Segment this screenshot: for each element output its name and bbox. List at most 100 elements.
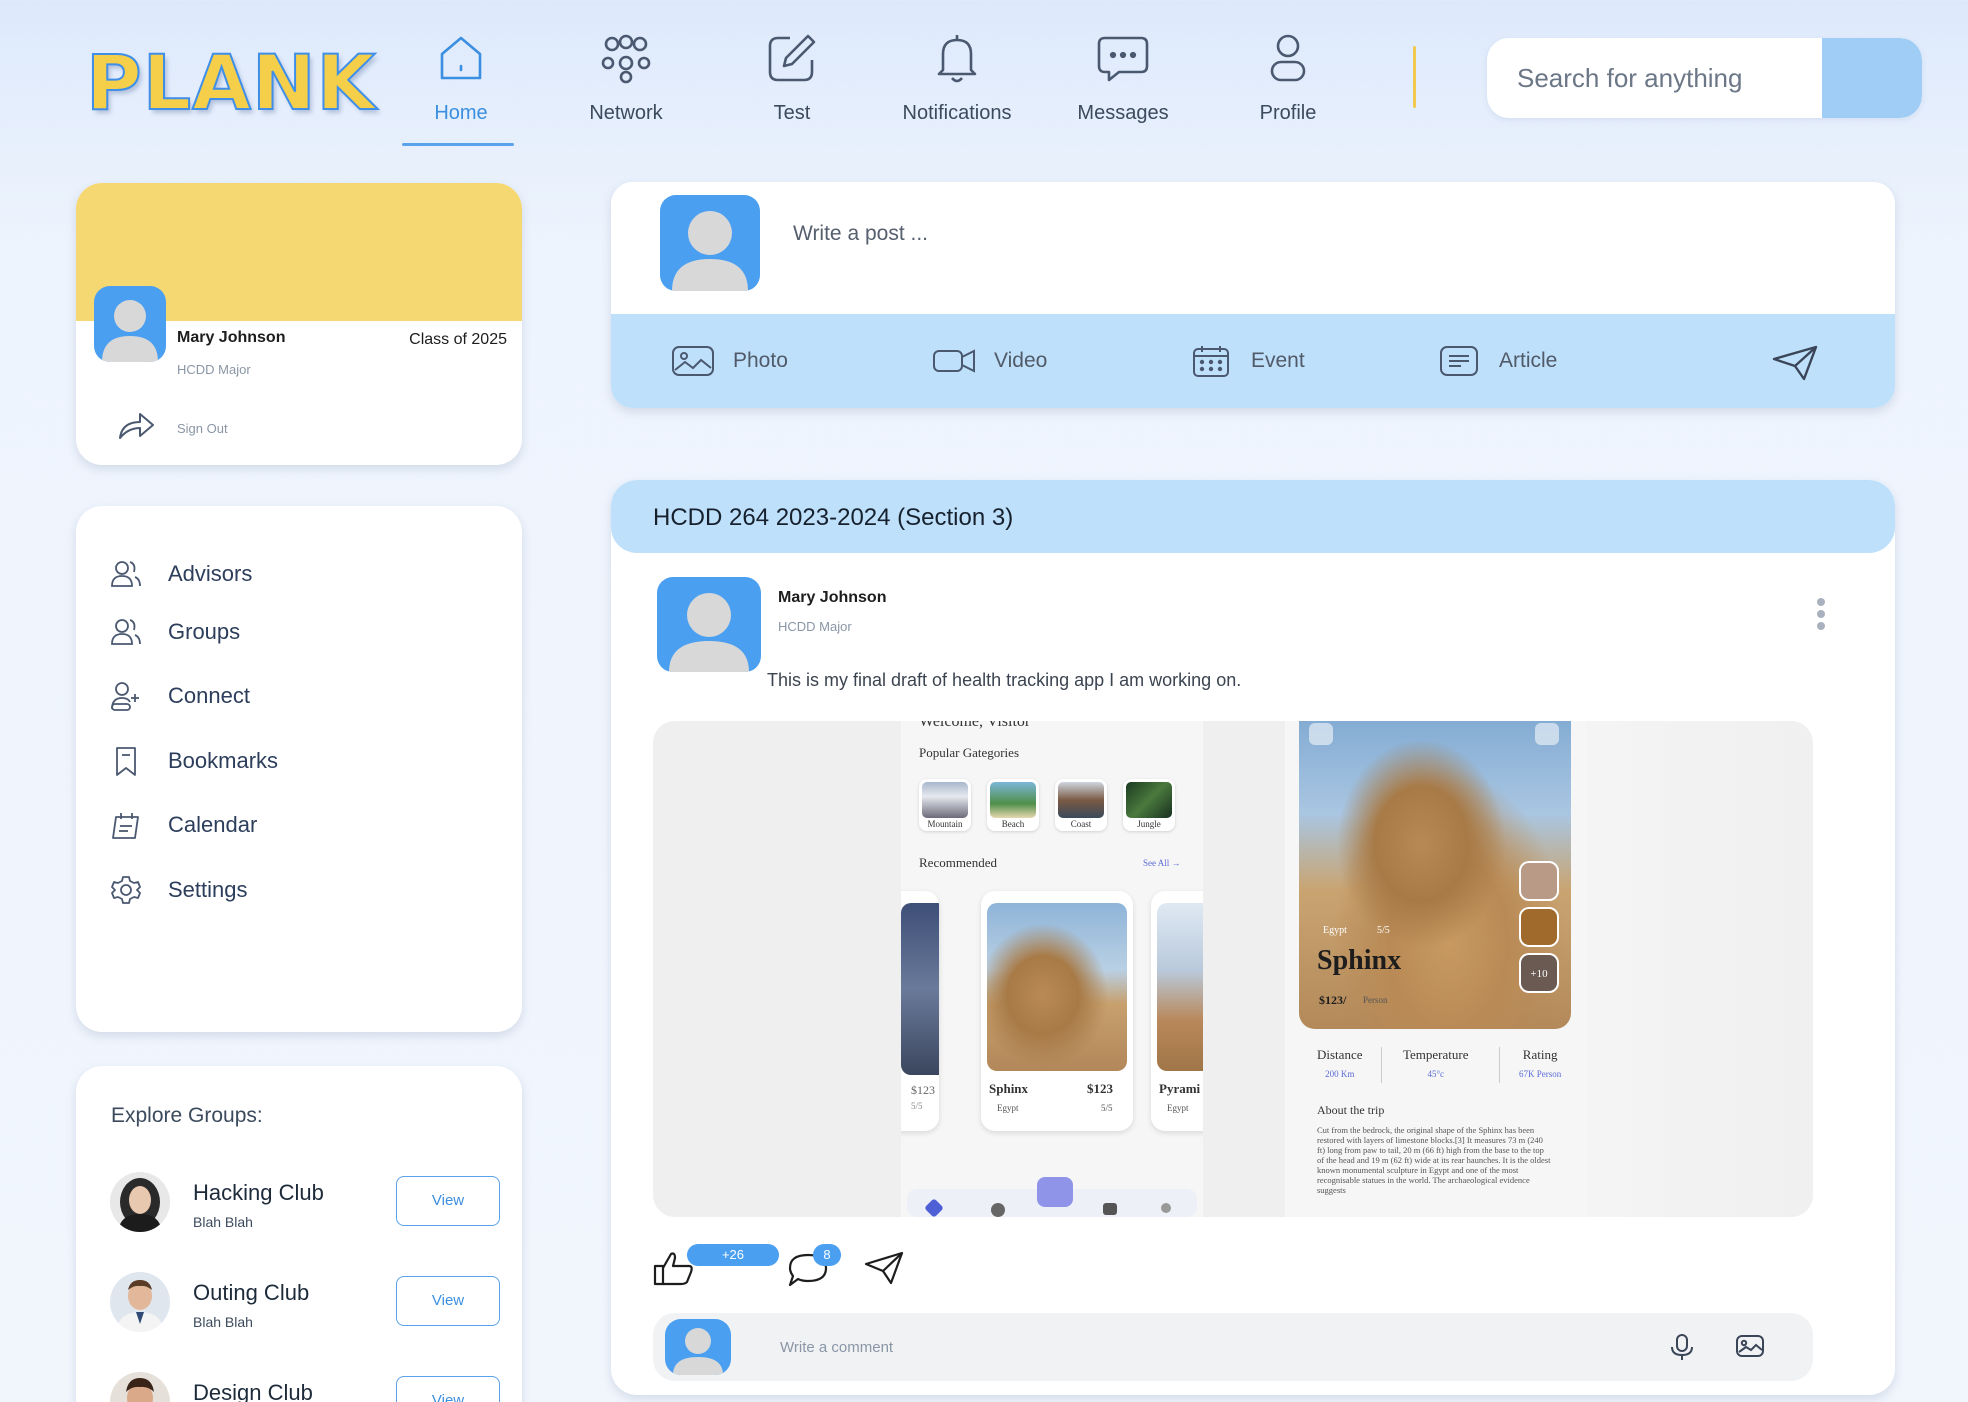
comment-count-badge: 8 bbox=[813, 1244, 841, 1266]
sign-out-link[interactable]: Sign Out bbox=[177, 421, 228, 436]
sidebar-item-groups[interactable]: Groups bbox=[110, 616, 240, 648]
comment-bar bbox=[653, 1313, 1813, 1381]
sidebar-item-label: Connect bbox=[168, 683, 250, 708]
explore-groups-card: Explore Groups: Hacking Club Blah Blah V… bbox=[76, 1066, 522, 1402]
mock-detail-screen: +10 Egypt 5/5 Sphinx $123/ Person Distan… bbox=[1285, 721, 1587, 1217]
post-image[interactable]: Welcome, Visitor Popular Gategories Moun… bbox=[653, 721, 1813, 1217]
bell-icon bbox=[937, 35, 977, 83]
microphone-icon[interactable] bbox=[1669, 1333, 1695, 1361]
comment-input[interactable] bbox=[780, 1327, 1580, 1367]
comment-avatar bbox=[665, 1319, 731, 1375]
calendar-icon bbox=[1193, 346, 1229, 377]
mock-recommended-title: Recommended bbox=[919, 855, 997, 870]
profile-major: HCDD Major bbox=[177, 362, 251, 377]
user-plus-icon bbox=[111, 682, 139, 711]
mock-blank-panel bbox=[1587, 721, 1813, 1217]
post-group-header: HCDD 264 2023-2024 (Section 3) bbox=[611, 480, 1895, 553]
profile-avatar[interactable] bbox=[94, 286, 166, 362]
share-arrow-icon[interactable] bbox=[116, 408, 156, 442]
group-row: Outing Club Blah Blah View bbox=[110, 1272, 500, 1342]
sidebar-item-label: Calendar bbox=[168, 812, 258, 837]
share-icon[interactable] bbox=[863, 1250, 905, 1286]
group-row: Design Club View bbox=[110, 1372, 500, 1402]
nav-messages[interactable]: Messages bbox=[1048, 30, 1198, 125]
avatar-placeholder-icon bbox=[672, 211, 748, 291]
send-icon[interactable] bbox=[1771, 344, 1819, 382]
mock-about-title: About the trip bbox=[1317, 1103, 1385, 1117]
composer-actions-bar: Photo Video Event Article bbox=[611, 314, 1895, 408]
sidebar-item-calendar[interactable]: Calendar bbox=[110, 809, 257, 841]
nav-divider bbox=[1413, 46, 1416, 108]
sidebar-item-advisors[interactable]: Advisors bbox=[110, 558, 252, 590]
search-input[interactable] bbox=[1487, 38, 1822, 118]
nav-messages-label: Messages bbox=[1077, 102, 1169, 124]
event-label: Event bbox=[1251, 349, 1305, 372]
group-name: Outing Club bbox=[193, 1280, 310, 1305]
mock-card: $123 5/5 bbox=[901, 891, 939, 1131]
avatar-placeholder-icon bbox=[102, 300, 158, 362]
post-author-name[interactable]: Mary Johnson bbox=[778, 589, 886, 607]
article-button[interactable]: Article bbox=[1437, 344, 1557, 378]
reaction-count-badge: +26 bbox=[687, 1244, 779, 1266]
mock-category: Beach bbox=[987, 779, 1039, 831]
explore-groups-title: Explore Groups: bbox=[111, 1104, 263, 1127]
bookmark-icon bbox=[116, 747, 136, 776]
image-icon[interactable] bbox=[1735, 1333, 1765, 1359]
profile-card: Mary Johnson Class of 2025 HCDD Major Si… bbox=[76, 183, 522, 465]
sidebar-menu: Advisors Groups Connect Bookmarks Calend… bbox=[76, 506, 522, 1032]
mock-category: Jungle bbox=[1123, 779, 1175, 831]
avatar-placeholder-icon bbox=[669, 593, 749, 672]
nav-network[interactable]: Network bbox=[551, 30, 701, 125]
group-avatar[interactable] bbox=[110, 1372, 170, 1402]
view-group-button[interactable]: View bbox=[396, 1376, 500, 1402]
article-label: Article bbox=[1499, 349, 1558, 372]
view-group-button[interactable]: View bbox=[396, 1276, 500, 1326]
mock-see-all: See All → bbox=[1143, 858, 1181, 868]
composer-top bbox=[611, 182, 1895, 314]
search-button[interactable] bbox=[1822, 38, 1922, 118]
video-label: Video bbox=[994, 349, 1048, 372]
mock-bottom-nav bbox=[907, 1177, 1197, 1217]
sidebar-item-bookmarks[interactable]: Bookmarks bbox=[110, 745, 278, 777]
video-button[interactable]: Video bbox=[932, 344, 1047, 378]
event-button[interactable]: Event bbox=[1189, 344, 1305, 378]
sidebar-item-label: Settings bbox=[168, 877, 248, 902]
sidebar-item-label: Bookmarks bbox=[168, 748, 279, 773]
post-text: This is my final draft of health trackin… bbox=[767, 670, 1242, 690]
users-icon bbox=[111, 561, 141, 587]
sidebar-item-settings[interactable]: Settings bbox=[110, 874, 248, 906]
post-input[interactable]: Write a post ... bbox=[793, 222, 928, 246]
photo-label: Photo bbox=[733, 349, 788, 372]
nav-home[interactable]: Home bbox=[386, 30, 536, 125]
group-avatar[interactable] bbox=[110, 1272, 170, 1332]
photo-button[interactable]: Photo bbox=[671, 344, 788, 378]
search-bar bbox=[1487, 38, 1922, 118]
post-author-avatar[interactable] bbox=[657, 577, 761, 672]
mock-stat: Temperature 45°c bbox=[1403, 1047, 1469, 1079]
calendar-icon bbox=[112, 813, 139, 839]
nav-test[interactable]: Test bbox=[717, 30, 867, 125]
nav-active-indicator bbox=[402, 143, 514, 146]
more-options-icon[interactable] bbox=[1815, 598, 1827, 632]
mock-about-text: Cut from the bedrock, the original shape… bbox=[1317, 1125, 1551, 1195]
view-group-button[interactable]: View bbox=[396, 1176, 500, 1226]
group-row: Hacking Club Blah Blah View bbox=[110, 1172, 500, 1242]
sidebar-item-connect[interactable]: Connect bbox=[110, 680, 250, 712]
post-group-title[interactable]: HCDD 264 2023-2024 (Section 3) bbox=[653, 504, 1013, 532]
nav-notifications[interactable]: Notifications bbox=[882, 30, 1032, 125]
group-subtitle: Blah Blah bbox=[193, 1214, 253, 1230]
nav-notifications-label: Notifications bbox=[902, 102, 1012, 124]
mock-stat: Rating 67K Person bbox=[1519, 1047, 1562, 1079]
post-card: HCDD 264 2023-2024 (Section 3) Mary John… bbox=[611, 480, 1895, 1395]
mock-stat: Distance 200 Km bbox=[1317, 1047, 1363, 1079]
mock-card: Pyrami Egypt bbox=[1151, 891, 1203, 1131]
group-name: Design Club bbox=[193, 1380, 313, 1402]
nav-network-label: Network bbox=[589, 102, 663, 124]
group-subtitle: Blah Blah bbox=[193, 1314, 253, 1330]
plank-logo[interactable]: PLANK bbox=[85, 37, 376, 128]
nav-profile[interactable]: Profile bbox=[1213, 30, 1363, 125]
group-avatar[interactable] bbox=[110, 1172, 170, 1232]
users-icon bbox=[111, 619, 141, 645]
post-author-major: HCDD Major bbox=[778, 619, 852, 634]
mock-greeting: Welcome, Visitor bbox=[919, 721, 1031, 730]
